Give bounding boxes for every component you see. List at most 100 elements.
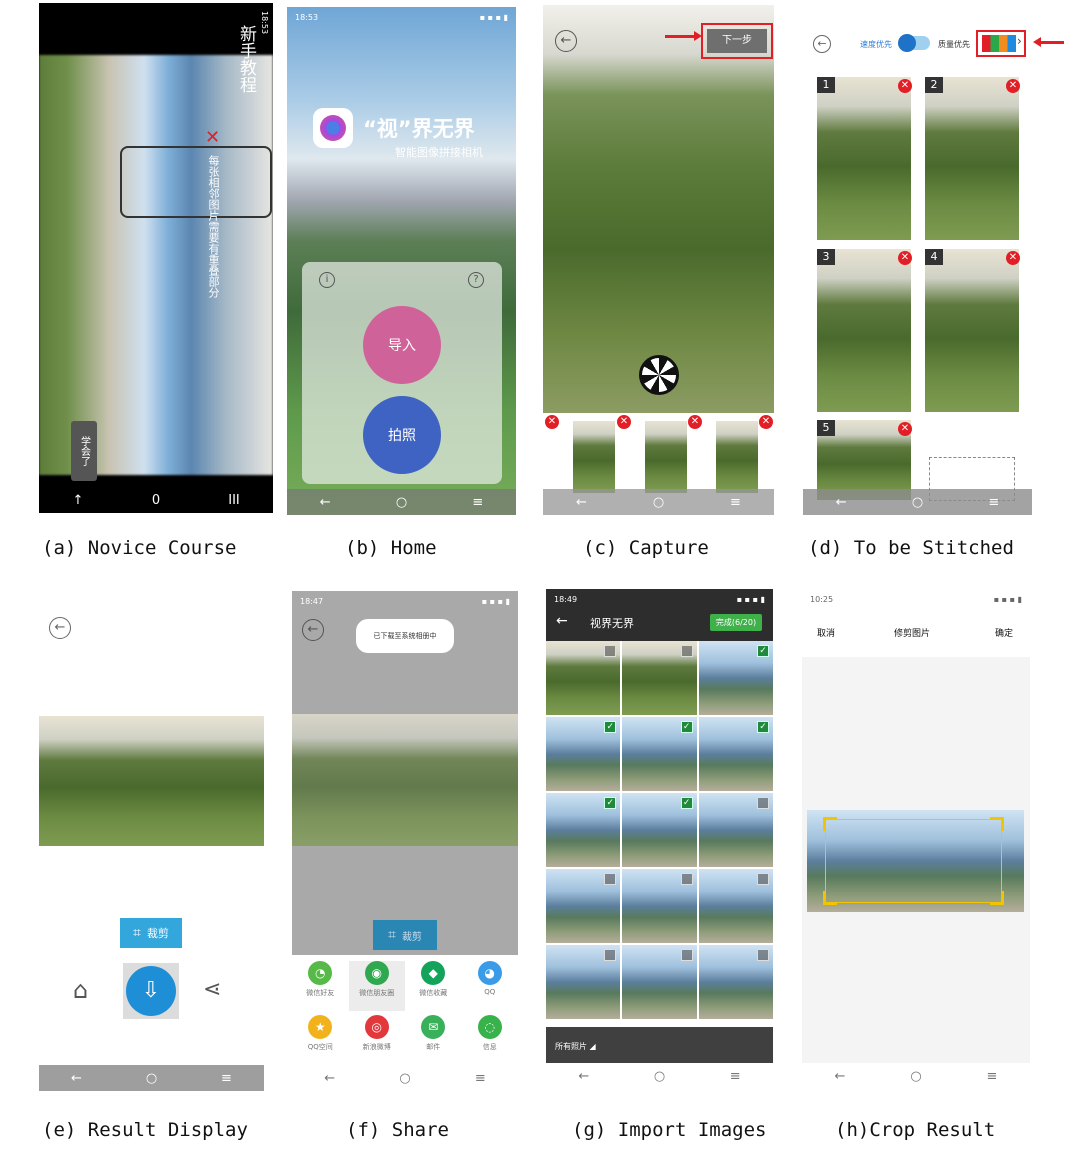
checkbox-icon[interactable] [680,949,693,961]
checkbox-icon[interactable] [757,797,769,809]
checkbox-checked-icon[interactable]: ✓ [680,721,693,733]
remove-icon[interactable]: ✕ [759,415,773,429]
share-message[interactable]: ◌ 信息 [462,1015,519,1065]
chevron-right-icon[interactable]: › [1017,34,1022,48]
photo-cell[interactable] [622,945,697,1019]
nav-back-icon[interactable]: ← [310,1071,350,1086]
checkbox-icon[interactable] [757,873,769,885]
photo-cell[interactable] [546,869,621,943]
remove-icon[interactable]: ✕ [898,422,912,436]
remove-icon[interactable]: ✕ [1006,79,1020,93]
crop-frame[interactable] [825,819,1002,903]
back-icon[interactable]: ← [555,30,577,52]
help-icon[interactable]: ? [468,272,484,288]
crop-handle-br[interactable] [990,891,1004,905]
done-button[interactable]: 完成(6/20) [710,614,762,631]
checkbox-icon[interactable] [604,645,617,657]
photo-button[interactable]: 拍照 [363,396,441,474]
nav-up-icon[interactable]: ↑ [58,493,98,508]
thumb-3[interactable] [716,421,758,493]
nav-back-icon[interactable]: ← [821,495,861,510]
confirm-button[interactable]: 确定 [995,626,1013,639]
checkbox-icon[interactable] [680,645,693,657]
photo-cell[interactable] [622,869,697,943]
remove-icon[interactable]: ✕ [898,251,912,265]
photo-cell[interactable] [546,945,621,1019]
nav-home-icon[interactable]: 0 [136,493,176,508]
nav-menu-icon[interactable]: ≡ [972,1069,1012,1084]
nav-home-icon[interactable]: ○ [639,495,679,510]
nav-back-icon[interactable]: ← [562,495,602,510]
nav-back-icon[interactable]: ← [820,1069,860,1084]
nav-home-icon[interactable]: ○ [385,1071,425,1086]
remove-icon[interactable]: ✕ [545,415,559,429]
remove-icon[interactable]: ✕ [617,415,631,429]
nav-menu-icon[interactable]: ≡ [715,1069,755,1084]
nav-home-icon[interactable]: ○ [897,495,937,510]
photo-cell[interactable]: ✓ [546,717,621,791]
album-selector[interactable]: 所有照片 ◢ [555,1041,596,1052]
crop-handle-tr[interactable] [990,817,1004,831]
nav-home-icon[interactable]: ○ [639,1069,679,1084]
nav-back-icon[interactable]: ← [57,1071,97,1086]
crop-handle-bl[interactable] [823,891,837,905]
remove-icon[interactable]: ✕ [688,415,702,429]
thumb-card-4[interactable]: 4 [925,249,1019,412]
crop-button[interactable]: ⌗ 裁剪 [373,920,437,950]
palette-icon[interactable] [982,35,1016,52]
close-icon[interactable]: ✕ [205,127,220,148]
checkbox-icon[interactable] [680,873,693,885]
photo-cell[interactable]: ✓ [622,793,697,867]
nav-home-icon[interactable]: ○ [896,1069,936,1084]
photo-cell[interactable] [698,793,773,867]
checkbox-checked-icon[interactable]: ✓ [604,721,617,733]
thumb-card-1[interactable]: 1 [817,77,911,240]
thumb-2[interactable] [645,421,687,493]
mode-toggle[interactable] [898,34,930,52]
photo-cell[interactable] [698,945,773,1019]
remove-icon[interactable]: ✕ [1006,251,1020,265]
thumb-card-5[interactable]: 5 [817,420,911,500]
checkbox-icon[interactable] [604,949,617,961]
nav-menu-icon[interactable]: III [214,493,254,508]
learned-button[interactable]: 学会了 [71,421,97,481]
import-button[interactable]: 导入 [363,306,441,384]
home-icon[interactable]: ⌂ [73,976,88,1004]
crop-handle-tl[interactable] [823,817,837,831]
photo-cell[interactable]: ✓ [546,793,621,867]
nav-menu-icon[interactable]: ≡ [460,1071,500,1086]
photo-cell[interactable] [622,641,697,715]
share-qzone[interactable]: ★ QQ空间 [292,1015,349,1065]
share-wechat-moments[interactable]: ◉ 微信朋友圈 [348,961,405,1011]
back-icon[interactable]: ← [302,619,324,641]
thumb-1[interactable] [573,421,615,493]
photo-cell[interactable] [546,641,621,715]
checkbox-icon[interactable] [757,949,769,961]
remove-icon[interactable]: ✕ [898,79,912,93]
next-button[interactable]: 下一步 [707,29,767,53]
nav-home-icon[interactable]: ○ [132,1071,172,1086]
photo-cell[interactable]: ✓ [622,717,697,791]
nav-menu-icon[interactable]: ≡ [974,495,1014,510]
shutter-icon[interactable] [639,355,679,395]
nav-home-icon[interactable]: ○ [381,495,421,510]
share-wechat-favorites[interactable]: ◆ 微信收藏 [405,961,462,1011]
checkbox-checked-icon[interactable]: ✓ [757,721,769,733]
info-icon[interactable]: i [319,272,335,288]
share-icon[interactable]: ⋖ [203,977,221,1002]
back-icon[interactable]: ← [49,617,71,639]
download-button[interactable]: ⇩ [123,963,179,1019]
photo-cell[interactable]: ✓ [698,641,773,715]
nav-back-icon[interactable]: ← [305,495,345,510]
checkbox-icon[interactable] [604,873,617,885]
nav-back-icon[interactable]: ← [564,1069,604,1084]
thumb-card-3[interactable]: 3 [817,249,911,412]
cancel-button[interactable]: 取消 [817,626,835,639]
nav-menu-icon[interactable]: ≡ [207,1071,247,1086]
checkbox-checked-icon[interactable]: ✓ [604,797,617,809]
checkbox-checked-icon[interactable]: ✓ [680,797,693,809]
photo-cell[interactable]: ✓ [698,717,773,791]
share-weibo[interactable]: ◎ 新浪微博 [349,1015,406,1065]
thumb-card-2[interactable]: 2 [925,77,1019,240]
share-qq[interactable]: ◕ QQ [462,961,519,1011]
